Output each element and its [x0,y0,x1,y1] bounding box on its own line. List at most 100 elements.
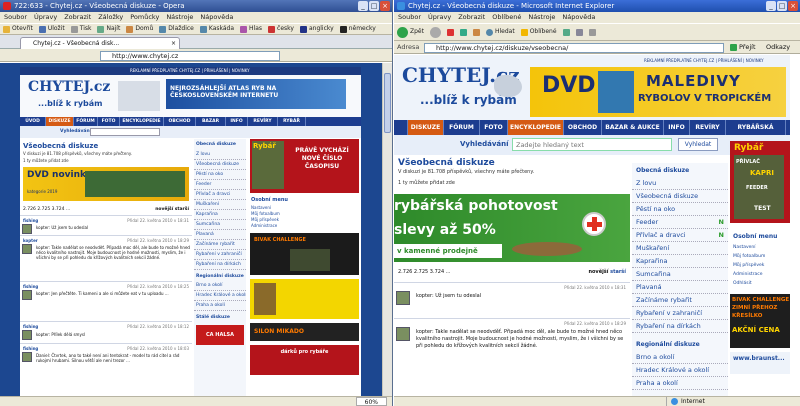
close-button[interactable]: × [380,1,390,11]
sidebar-item[interactable]: Feeder N [632,216,728,229]
menu-nastroje[interactable]: Nástroje [528,12,555,23]
search-input[interactable] [90,128,160,136]
opera-address-field[interactable]: http://www.chytej.cz [100,51,280,61]
menu-zobrazit[interactable]: Zobrazit [64,12,91,23]
menu-soubor[interactable]: Soubor [398,12,421,23]
home-button[interactable] [472,24,480,40]
forward-button[interactable] [429,24,441,40]
refresh-button[interactable] [459,24,467,40]
menu-oblibene[interactable]: Oblíbené [492,12,521,23]
nav-diskuze[interactable]: DISKUZE [408,120,444,135]
minimize-button[interactable]: _ [358,1,368,11]
sidebar-item[interactable]: Začínáme rybařit [194,240,246,250]
find-button[interactable]: Najít [97,24,120,34]
menu-napoveda[interactable]: Nápověda [562,12,595,23]
nav-diskuze[interactable]: DISKUZE [46,117,74,126]
go-button[interactable]: Přejít [730,43,756,51]
favorites-button[interactable]: Oblíbené [520,24,557,40]
pagination-pages[interactable]: 2.726 2.725 3.724 ... [23,207,70,212]
nav-encyklopedie[interactable]: ENCYKLOPEDIE [120,117,164,126]
silon-mikado-ad[interactable]: SILON MIKADO [250,323,359,341]
nav-foto[interactable]: FOTO [480,120,508,135]
sidebar-item[interactable]: Pěstí na oko [632,203,728,216]
search-button[interactable]: Vyhledat [678,138,718,151]
sidebar-item[interactable]: Brno a okolí [632,351,728,364]
nav-rybar[interactable]: RYBÁŘ [278,117,306,126]
sidebar-item[interactable]: Rybaření v zahraničí [194,250,246,260]
sidebar-item[interactable]: Rybaření v zahraničí [632,307,728,320]
sidebar-item[interactable]: Začínáme rybařit [632,294,728,307]
sidebar-item[interactable]: Feeder [194,180,246,190]
rybar-magazine-ad[interactable]: Rybář PŘÍVLAČ KAPRI FEEDER TEST [730,141,790,223]
sidebar-item[interactable]: Všeobecná diskuze [194,160,246,170]
sidebar-item[interactable]: Plavaná [194,230,246,240]
menu-nastroje[interactable]: Nástroje [166,12,193,23]
atlas-banner[interactable]: NEJROZSÁHLEJŠÍ ATLAS RYB NA ČESKOSLOVENS… [166,79,346,109]
nav-bazar-aukce[interactable]: BAZAR & AUKCE [602,120,664,135]
pagination-newer[interactable]: novější [588,269,608,275]
sidebar-item[interactable]: Praha a okolí [632,377,728,390]
mail-button[interactable] [575,24,583,40]
pagination-pages[interactable]: 2.726 2.725 3.724 ... [398,269,450,275]
nav-reviry[interactable]: REVÍRY [248,117,278,126]
home-button[interactable]: Domů [126,24,153,34]
search-button[interactable]: Hledat [485,24,515,40]
maximize-button[interactable]: □ [369,1,379,11]
osobni-item[interactable]: Můj příspěvek [733,261,787,270]
osobni-item[interactable]: Můj fotoalbum [733,252,787,261]
add-post-link[interactable]: 1 ty můžete přidat zde [394,176,630,190]
nav-reviry[interactable]: REVÍRY [690,120,726,135]
maximize-button[interactable]: □ [777,1,787,11]
sidebar-item[interactable]: Brno a okolí [194,281,246,291]
english-button[interactable]: anglicky [299,24,334,34]
minimize-button[interactable]: _ [766,1,776,11]
sidebar-item[interactable]: Z lovu [194,150,246,160]
menu-zalozky[interactable]: Záložky [98,12,123,23]
sidebar-item[interactable]: Hradec Králové a okolí [632,364,728,377]
sidebar-item[interactable]: Praha a okolí [194,301,246,311]
nav-rybarska[interactable]: RYBÁŘSKÁ [726,120,786,135]
sidebar-item[interactable]: Plavaná [632,281,728,294]
back-button[interactable]: Zpět [397,24,424,40]
osobni-item[interactable]: Odhlásit [733,279,787,288]
zoom-selector[interactable]: 60% [355,397,387,406]
tile-button[interactable]: Dlaždice [159,24,194,34]
add-post-link[interactable]: 1 ty můžete přidat zde [20,157,192,164]
sidebar-item[interactable]: Muškaření [632,242,728,255]
opera-scrollbar[interactable] [382,63,392,396]
menu-upravy[interactable]: Úpravy [34,12,57,23]
print-button[interactable] [588,24,596,40]
top-links[interactable]: REKLAMNÍ PŘEDPLATNÉ CHYTEJ.CZ | PŘIHLÁŠE… [20,67,361,75]
voice-button[interactable]: Hlas [240,24,262,34]
search-input[interactable] [512,138,672,151]
history-button[interactable] [562,24,570,40]
dvd-novinky-banner[interactable]: DVD novinky kategorie 2019 [23,167,189,201]
nav-foto[interactable]: FOTO [98,117,120,126]
tab-chytej[interactable]: Chytej.cz - Všeobecná disk... × [20,37,180,49]
menu-soubor[interactable]: Soubor [4,12,27,23]
osobni-item[interactable]: Administrace [251,223,358,229]
sidebar-item[interactable]: Přívlač a dravci N [632,229,728,242]
stop-button[interactable] [446,24,454,40]
cascade-button[interactable]: Kaskáda [199,24,234,34]
sidebar-item[interactable]: Hradec Králové a okolí [194,291,246,301]
save-button[interactable]: Uložit [38,24,65,34]
close-button[interactable]: × [788,1,798,11]
osobni-item[interactable]: Administrace [733,270,787,279]
gift-ad[interactable]: dárků pro rybáře [250,345,359,375]
sidebar-item[interactable]: Rybaření na dírkách [194,260,246,270]
nav-bazar[interactable]: BAZAR [196,117,226,126]
sidebar-item[interactable]: Kaprařina [194,210,246,220]
pagination-newer[interactable]: novější [155,207,173,212]
czech-button[interactable]: česky [268,24,294,34]
menu-pomucky[interactable]: Pomůcky [130,12,159,23]
sidebar-item[interactable]: Rybaření na dírkách [632,320,728,333]
top-links[interactable]: REKLAMNÍ PŘEDPLATNÉ CHYTEJ.CZ | PŘIHLÁŠE… [644,58,764,63]
site-logo[interactable]: CHYTEJ.cz [28,79,110,95]
nav-uvod[interactable]: ÚVOD [20,117,46,126]
menu-zobrazit[interactable]: Zobrazit [458,12,485,23]
ca-halsa-ad[interactable]: CA HALSA [196,325,244,345]
open-button[interactable]: Otevřít [3,24,33,34]
bivak-ad[interactable]: BIVAK CHALLENGE ZIMNÍ PŘEHOZ KŘESÍLKO AK… [730,294,790,348]
opera-scroll-thumb[interactable] [384,73,391,133]
